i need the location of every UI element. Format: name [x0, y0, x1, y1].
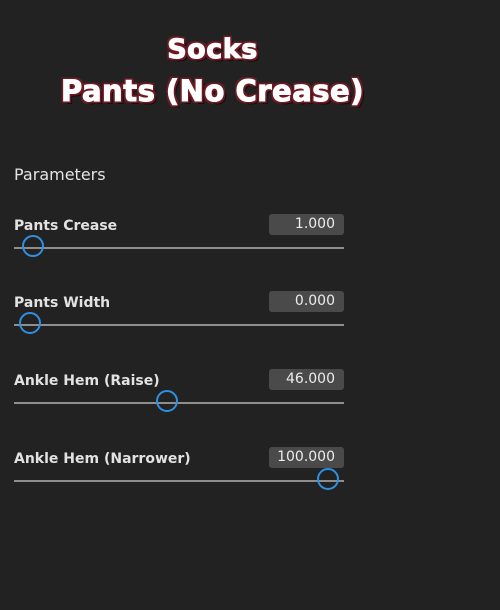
title-line-1: Socks	[167, 34, 258, 66]
slider-thumb[interactable]	[21, 235, 44, 257]
param-value-field[interactable]: 100.000	[269, 447, 344, 468]
param-value-field[interactable]: 0.000	[269, 291, 344, 312]
param-value-field[interactable]: 1.000	[269, 214, 344, 235]
param-value-field[interactable]: 46.000	[269, 369, 344, 390]
param-pants-width: Pants Width 0.000	[0, 291, 500, 365]
slider-track[interactable]	[14, 324, 344, 326]
slider-track[interactable]	[14, 402, 344, 404]
param-label: Pants Crease	[14, 218, 118, 234]
slider-thumb[interactable]	[156, 390, 179, 412]
parameters-heading: Parameters	[14, 165, 106, 184]
param-label: Ankle Hem (Narrower)	[14, 451, 191, 467]
param-ankle-hem-raise: Ankle Hem (Raise) 46.000	[0, 369, 500, 443]
param-label: Pants Width	[14, 295, 111, 311]
slider-thumb[interactable]	[19, 312, 41, 334]
slider-thumb[interactable]	[317, 468, 339, 490]
param-label: Ankle Hem (Raise)	[14, 373, 160, 389]
slider-track[interactable]	[14, 480, 344, 482]
param-pants-crease: Pants Crease 1.000	[0, 214, 500, 288]
slider-track[interactable]	[14, 247, 344, 249]
title-line-2: Pants (No Crease)	[61, 74, 364, 109]
param-ankle-hem-narrower: Ankle Hem (Narrower) 100.000	[0, 447, 500, 521]
